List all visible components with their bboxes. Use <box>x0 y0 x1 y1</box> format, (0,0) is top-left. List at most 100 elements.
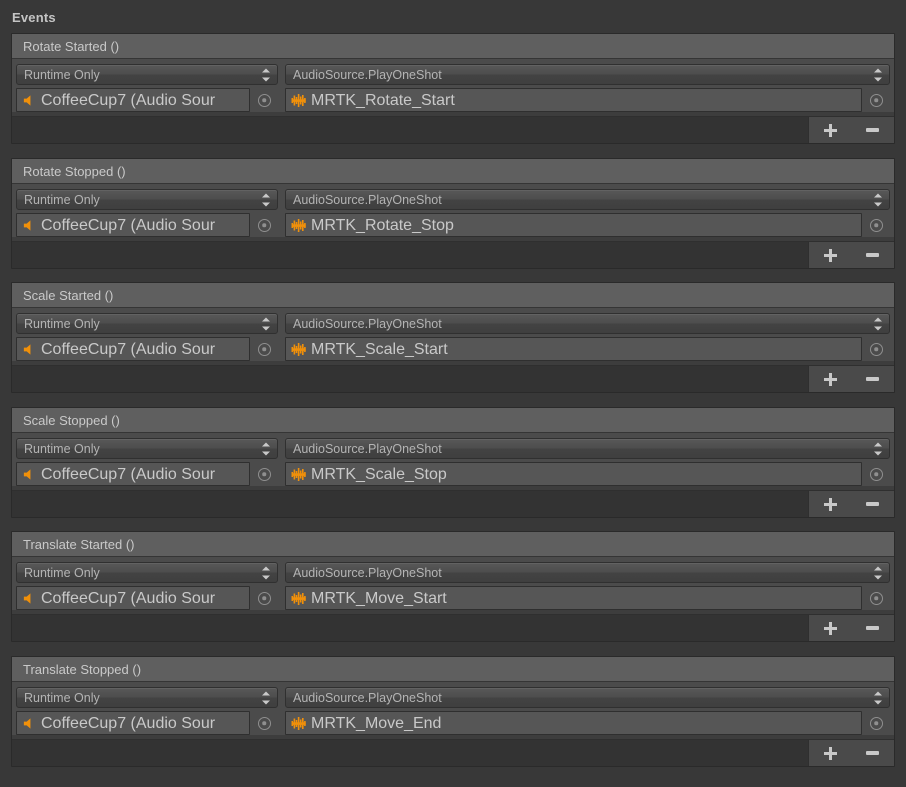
argument-object-picker-button[interactable] <box>862 337 890 361</box>
events-inspector-panel: Events Rotate Started () Runtime Only Coff… <box>0 0 906 787</box>
event-block: Scale Stopped () Runtime Only CoffeeCup7 (… <box>11 407 895 518</box>
function-label: AudioSource.PlayOneShot <box>293 67 442 82</box>
remove-listener-button[interactable] <box>860 743 886 763</box>
event-footer <box>12 739 894 766</box>
event-header: Rotate Stopped () <box>12 159 894 184</box>
argument-object-picker-button[interactable] <box>862 462 890 486</box>
function-label: AudioSource.PlayOneShot <box>293 441 442 456</box>
function-dropdown[interactable]: AudioSource.PlayOneShot <box>285 438 890 459</box>
callback-mode-dropdown[interactable]: Runtime Only <box>16 687 278 708</box>
add-listener-button[interactable] <box>817 743 843 763</box>
argument-object-field[interactable]: MRTK_Scale_Start <box>285 337 862 361</box>
callback-mode-dropdown[interactable]: Runtime Only <box>16 64 278 85</box>
event-title: Translate Started () <box>23 536 135 552</box>
argument-label: MRTK_Scale_Stop <box>311 465 447 483</box>
object-picker-icon <box>257 342 271 356</box>
argument-label: MRTK_Move_Start <box>311 589 447 607</box>
remove-listener-button[interactable] <box>860 494 886 514</box>
page-title: Events <box>12 10 56 25</box>
callback-mode-dropdown[interactable]: Runtime Only <box>16 189 278 210</box>
remove-listener-button[interactable] <box>860 245 886 265</box>
callback-mode-dropdown[interactable]: Runtime Only <box>16 313 278 334</box>
audio-source-icon <box>23 219 31 231</box>
target-object-picker-button[interactable] <box>250 462 278 486</box>
argument-object-field[interactable]: MRTK_Move_Start <box>285 586 862 610</box>
target-object-field-group: CoffeeCup7 (Audio Sour <box>16 213 278 237</box>
audio-clip-icon <box>291 218 306 232</box>
callback-mode-label: Runtime Only <box>24 565 100 580</box>
function-label: AudioSource.PlayOneShot <box>293 690 442 705</box>
listener-left-column: Runtime Only CoffeeCup7 (Audio Sour <box>16 438 278 486</box>
argument-object-field[interactable]: MRTK_Scale_Stop <box>285 462 862 486</box>
remove-listener-button[interactable] <box>860 618 886 638</box>
target-object-picker-button[interactable] <box>250 213 278 237</box>
function-dropdown[interactable]: AudioSource.PlayOneShot <box>285 562 890 583</box>
callback-mode-dropdown[interactable]: Runtime Only <box>16 562 278 583</box>
callback-mode-dropdown[interactable]: Runtime Only <box>16 438 278 459</box>
object-picker-icon <box>257 716 271 730</box>
add-listener-button[interactable] <box>817 245 843 265</box>
add-remove-group <box>808 117 894 143</box>
updown-arrows-icon <box>874 193 883 206</box>
argument-label: MRTK_Rotate_Start <box>311 91 455 109</box>
event-footer <box>12 490 894 517</box>
listener-row: Runtime Only CoffeeCup7 (Audio Sour AudioS… <box>16 562 890 610</box>
object-picker-icon <box>257 591 271 605</box>
function-dropdown[interactable]: AudioSource.PlayOneShot <box>285 189 890 210</box>
object-picker-icon <box>869 93 883 107</box>
argument-field-group: MRTK_Rotate_Stop <box>285 213 890 237</box>
target-object-field[interactable]: CoffeeCup7 (Audio Sour <box>16 337 250 361</box>
target-object-field[interactable]: CoffeeCup7 (Audio Sour <box>16 462 250 486</box>
listener-row: Runtime Only CoffeeCup7 (Audio Sour AudioS… <box>16 687 890 735</box>
argument-object-picker-button[interactable] <box>862 213 890 237</box>
argument-label: MRTK_Scale_Start <box>311 340 448 358</box>
remove-listener-button[interactable] <box>860 120 886 140</box>
target-object-picker-button[interactable] <box>250 711 278 735</box>
target-object-field[interactable]: CoffeeCup7 (Audio Sour <box>16 213 250 237</box>
updown-arrows-icon <box>262 691 271 704</box>
function-dropdown[interactable]: AudioSource.PlayOneShot <box>285 313 890 334</box>
function-label: AudioSource.PlayOneShot <box>293 565 442 580</box>
event-footer <box>12 116 894 143</box>
audio-clip-icon <box>291 591 306 605</box>
argument-object-field[interactable]: MRTK_Move_End <box>285 711 862 735</box>
callback-mode-label: Runtime Only <box>24 192 100 207</box>
argument-object-picker-button[interactable] <box>862 586 890 610</box>
listener-right-column: AudioSource.PlayOneShot MRTK_Scale_Start <box>285 313 890 361</box>
object-picker-icon <box>257 93 271 107</box>
event-title: Rotate Stopped () <box>23 163 126 179</box>
argument-object-field[interactable]: MRTK_Rotate_Start <box>285 88 862 112</box>
function-dropdown[interactable]: AudioSource.PlayOneShot <box>285 687 890 708</box>
add-listener-button[interactable] <box>817 618 843 638</box>
event-footer <box>12 614 894 641</box>
listener-left-column: Runtime Only CoffeeCup7 (Audio Sour <box>16 189 278 237</box>
argument-label: MRTK_Rotate_Stop <box>311 216 454 234</box>
target-object-picker-button[interactable] <box>250 88 278 112</box>
object-picker-icon <box>869 342 883 356</box>
argument-object-field[interactable]: MRTK_Rotate_Stop <box>285 213 862 237</box>
target-object-label: CoffeeCup7 (Audio Sour <box>41 340 216 358</box>
updown-arrows-icon <box>874 442 883 455</box>
event-title: Scale Stopped () <box>23 412 120 428</box>
add-listener-button[interactable] <box>817 120 843 140</box>
function-label: AudioSource.PlayOneShot <box>293 316 442 331</box>
event-title: Rotate Started () <box>23 38 120 54</box>
argument-object-picker-button[interactable] <box>862 711 890 735</box>
object-picker-icon <box>257 467 271 481</box>
object-picker-icon <box>869 591 883 605</box>
function-dropdown[interactable]: AudioSource.PlayOneShot <box>285 64 890 85</box>
remove-listener-button[interactable] <box>860 369 886 389</box>
add-remove-group <box>808 491 894 517</box>
target-object-field[interactable]: CoffeeCup7 (Audio Sour <box>16 711 250 735</box>
updown-arrows-icon <box>874 68 883 81</box>
target-object-field-group: CoffeeCup7 (Audio Sour <box>16 88 278 112</box>
listener-row: Runtime Only CoffeeCup7 (Audio Sour AudioS… <box>16 189 890 237</box>
listener-left-column: Runtime Only CoffeeCup7 (Audio Sour <box>16 64 278 112</box>
argument-object-picker-button[interactable] <box>862 88 890 112</box>
target-object-field[interactable]: CoffeeCup7 (Audio Sour <box>16 586 250 610</box>
target-object-picker-button[interactable] <box>250 586 278 610</box>
target-object-field[interactable]: CoffeeCup7 (Audio Sour <box>16 88 250 112</box>
target-object-picker-button[interactable] <box>250 337 278 361</box>
add-listener-button[interactable] <box>817 369 843 389</box>
add-listener-button[interactable] <box>817 494 843 514</box>
